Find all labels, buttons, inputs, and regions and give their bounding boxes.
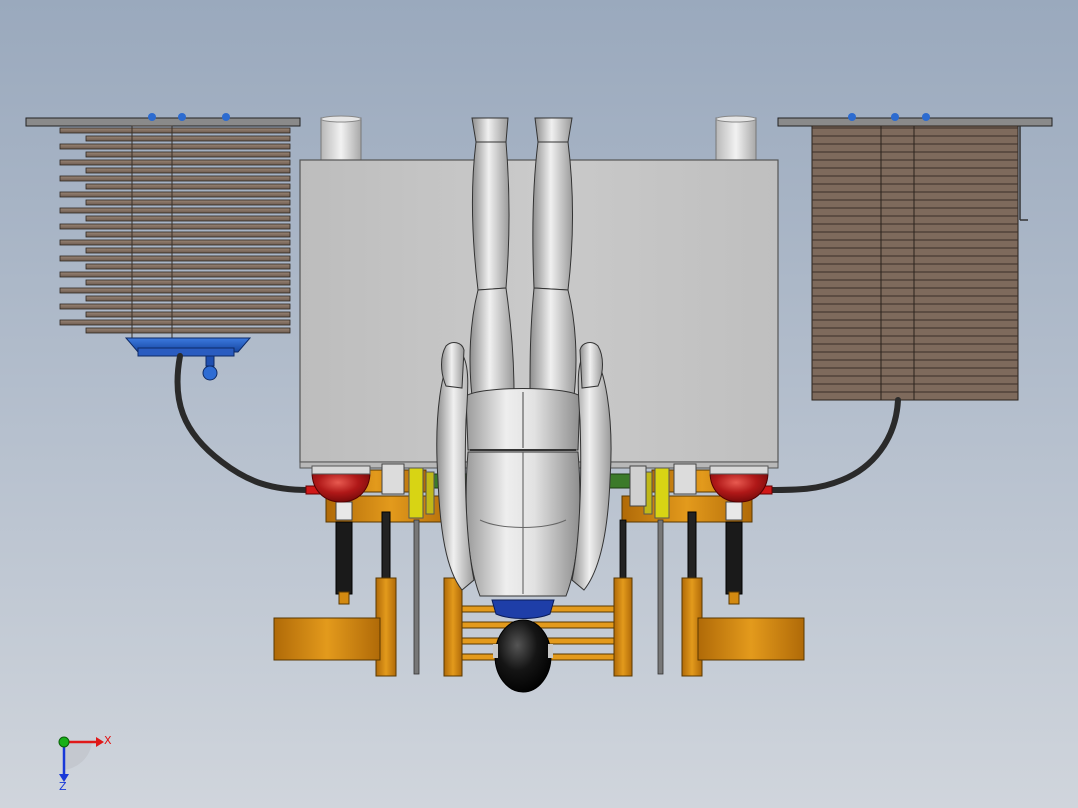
x-axis-arrowhead: [96, 737, 104, 747]
foot-block: [273, 617, 381, 661]
right-thigh: [529, 287, 577, 397]
left-exhaust-pipe: [320, 117, 362, 163]
yellow-actuator: [654, 467, 670, 519]
right-foot: [534, 117, 573, 143]
right-red-dome-cap: [709, 465, 769, 475]
actuator-rod: [335, 521, 353, 595]
right-radiator[interactable]: [777, 113, 1053, 401]
actuator-rod: [687, 511, 697, 579]
right-radiator-top-plate: [777, 117, 1053, 127]
radiator-fin: [85, 135, 291, 142]
head: [494, 619, 552, 693]
radiator-fin: [59, 319, 291, 326]
radiator-fin: [85, 231, 291, 238]
left-radiator-top-plate: [25, 117, 301, 127]
radiator-fin: [85, 295, 291, 302]
right-coolant-hose: [767, 397, 901, 493]
connector-box: [381, 463, 405, 495]
coordinate-triad: X Z: [58, 734, 112, 790]
radiator-fin: [85, 183, 291, 190]
radiator-fin: [85, 215, 291, 222]
right-radiator-bolt: [891, 113, 899, 121]
actuator-rod-tip: [338, 591, 350, 605]
ear: [548, 644, 553, 658]
right-radiator-body: [811, 125, 1019, 401]
radiator-fin: [85, 199, 291, 206]
radiator-fin: [59, 271, 291, 278]
left-coolant-hose: [174, 353, 311, 493]
radiator-fin: [59, 175, 291, 182]
radiator-fin: [59, 255, 291, 262]
actuator-rod: [725, 521, 743, 595]
z-axis-label: Z: [59, 780, 67, 790]
radiator-fin: [59, 191, 291, 198]
guide-rod: [657, 519, 664, 675]
foot-block: [697, 617, 805, 661]
yellow-actuator: [408, 467, 424, 519]
connector-box: [629, 465, 647, 507]
guide-rod: [413, 519, 420, 675]
left-radiator-bolt: [222, 113, 230, 121]
radiator-fin: [59, 287, 291, 294]
left-radiator[interactable]: [25, 113, 301, 381]
actuator-rod-tip: [728, 591, 740, 605]
frame-leg: [443, 577, 463, 677]
radiator-fin: [59, 223, 291, 230]
connector-box: [673, 463, 697, 495]
radiator-fin: [85, 263, 291, 270]
radiator-fin: [85, 151, 291, 158]
radiator-fin: [59, 143, 291, 150]
right-radiator-bolt: [848, 113, 856, 121]
radiator-fin: [85, 279, 291, 286]
triad-shadow: [64, 742, 92, 770]
yellow-actuator: [425, 471, 435, 515]
frame-bracket: [335, 501, 353, 521]
x-axis-label: X: [104, 734, 112, 747]
frame-leg: [613, 577, 633, 677]
radiator-fin: [85, 247, 291, 254]
left-radiator-bolt: [148, 113, 156, 121]
y-axis-indicator: [58, 736, 70, 748]
left-hand: [441, 342, 465, 389]
radiator-fin: [59, 127, 291, 134]
radiator-fin: [59, 303, 291, 310]
guide-rod: [619, 519, 627, 581]
left-exhaust-pipe-rim: [320, 115, 362, 123]
radiator-fin: [85, 167, 291, 174]
left-radiator-fins: [59, 127, 291, 334]
graphics-viewport[interactable]: X Z: [0, 0, 1078, 808]
left-red-dome-cap: [311, 465, 371, 475]
left-radiator-bolt: [178, 113, 186, 121]
radiator-fin: [59, 159, 291, 166]
coolant-tank-base: [137, 347, 235, 357]
radiator-fin: [59, 239, 291, 246]
model-scene[interactable]: [0, 0, 1078, 808]
radiator-fin: [85, 311, 291, 318]
left-foot: [471, 117, 509, 143]
right-leg: [532, 141, 573, 291]
left-leg: [471, 141, 510, 291]
right-exhaust-pipe: [715, 117, 757, 163]
radiator-fin: [85, 327, 291, 334]
coolant-valve-stem: [205, 355, 215, 367]
right-hand: [579, 342, 603, 389]
right-radiator-bolt: [922, 113, 930, 121]
frame-bracket: [725, 501, 743, 521]
left-thigh: [469, 287, 515, 397]
right-exhaust-pipe-rim: [715, 115, 757, 123]
actuator-rod: [381, 511, 391, 579]
ear: [493, 644, 498, 658]
radiator-fin: [59, 207, 291, 214]
coolant-valve-knob: [202, 365, 218, 381]
collar: [491, 599, 555, 619]
